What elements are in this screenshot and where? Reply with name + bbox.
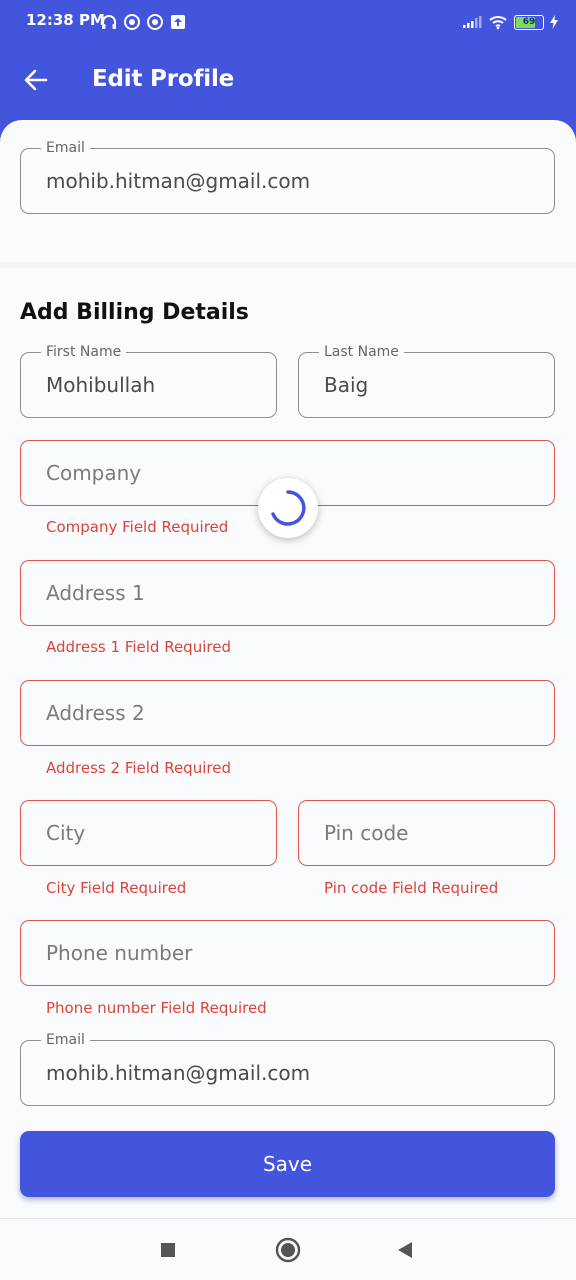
status-icons-right: 69 <box>462 12 558 32</box>
company-placeholder: Company <box>46 461 142 485</box>
last-name-field[interactable]: Last Name Baig <box>298 343 555 418</box>
signal-icon <box>463 16 482 28</box>
address2-error: Address 2 Field Required <box>46 759 231 777</box>
status-bar: 12:38 PM 69 <box>0 0 576 44</box>
recents-square-icon <box>161 1243 175 1257</box>
address1-placeholder: Address 1 <box>46 581 145 605</box>
battery-level: 69 <box>522 17 536 27</box>
upload-icon <box>171 15 185 29</box>
system-nav-bar <box>0 1218 576 1280</box>
status-icons-left <box>100 12 187 32</box>
pincode-field[interactable]: Pin code <box>298 800 555 866</box>
battery-icon: 69 <box>514 14 544 30</box>
account-email-label: Email <box>41 139 90 157</box>
pincode-placeholder: Pin code <box>324 821 409 845</box>
charging-icon <box>550 15 558 29</box>
arrow-left-icon <box>24 69 48 91</box>
phone-field[interactable]: Phone number <box>20 920 555 986</box>
billing-email-field[interactable]: Email mohib.hitman@gmail.com <box>20 1031 555 1106</box>
billing-email-value: mohib.hitman@gmail.com <box>46 1061 311 1085</box>
home-button[interactable] <box>275 1237 301 1263</box>
address2-field[interactable]: Address 2 <box>20 680 555 746</box>
save-button-label: Save <box>262 1152 313 1176</box>
billing-heading: Add Billing Details <box>20 300 249 325</box>
app-bar: Edit Profile <box>0 44 576 120</box>
address2-placeholder: Address 2 <box>46 701 145 725</box>
headphones-icon <box>102 15 116 29</box>
first-name-field[interactable]: First Name Mohibullah <box>20 343 277 418</box>
last-name-label: Last Name <box>319 343 404 361</box>
address1-error: Address 1 Field Required <box>46 638 231 656</box>
vpn-icon <box>124 14 140 30</box>
section-divider <box>0 262 576 268</box>
spinner-icon <box>271 490 306 526</box>
back-button[interactable] <box>20 64 52 96</box>
status-time: 12:38 PM <box>26 11 105 29</box>
loading-spinner <box>258 478 318 538</box>
last-name-value: Baig <box>324 373 369 397</box>
content-panel: Email mohib.hitman@gmail.com Add Billing… <box>0 120 576 1218</box>
recents-button[interactable] <box>155 1237 181 1263</box>
home-circle-icon <box>275 1237 301 1263</box>
city-field[interactable]: City <box>20 800 277 866</box>
first-name-value: Mohibullah <box>46 373 156 397</box>
account-email-value: mohib.hitman@gmail.com <box>46 169 311 193</box>
back-triangle-icon <box>398 1242 412 1258</box>
company-error: Company Field Required <box>46 518 229 536</box>
city-placeholder: City <box>46 821 86 845</box>
page-title: Edit Profile <box>92 66 235 92</box>
city-error: City Field Required <box>46 879 187 897</box>
phone-placeholder: Phone number <box>46 941 193 965</box>
back-nav-button[interactable] <box>392 1237 418 1263</box>
address1-field[interactable]: Address 1 <box>20 560 555 626</box>
vpn-icon <box>147 14 163 30</box>
pincode-error: Pin code Field Required <box>324 879 499 897</box>
save-button[interactable]: Save <box>20 1131 555 1197</box>
billing-email-label: Email <box>41 1031 90 1049</box>
account-email-field[interactable]: Email mohib.hitman@gmail.com <box>20 139 555 214</box>
first-name-label: First Name <box>41 343 127 361</box>
phone-error: Phone number Field Required <box>46 999 267 1017</box>
wifi-icon <box>489 16 507 30</box>
